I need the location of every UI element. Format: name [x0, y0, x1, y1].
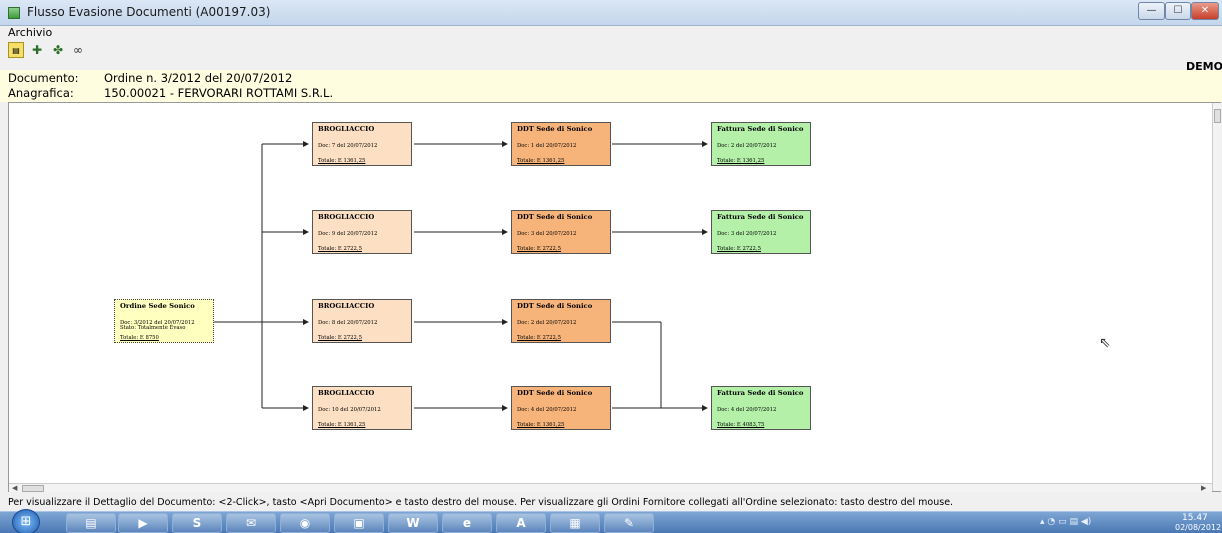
node-title: BROGLIACCIO — [318, 125, 375, 133]
ddt-node[interactable]: DDT Sede di Sonico Doc: 3 del 20/07/2012… — [511, 210, 611, 254]
node-doc: Doc: 3 del 20/07/2012 — [517, 231, 577, 237]
brogliaccio-node[interactable]: BROGLIACCIO Doc: 7 del 20/07/2012 Totale… — [312, 122, 412, 166]
node-totale: Totale: E 1361,25 — [717, 158, 765, 164]
document-icon[interactable]: ▤ — [8, 42, 24, 58]
node-title: DDT Sede di Sonico — [517, 389, 593, 397]
node-totale: Totale: E 1361,25 — [517, 158, 565, 164]
node-title: BROGLIACCIO — [318, 389, 375, 397]
node-totale: Totale: E 8750 — [120, 335, 159, 341]
documento-label: Documento: — [8, 71, 79, 85]
ddt-node[interactable]: DDT Sede di Sonico Doc: 1 del 20/07/2012… — [511, 122, 611, 166]
users-add-icon[interactable]: ✚ — [29, 42, 45, 58]
documento-value: Ordine n. 3/2012 del 20/07/2012 — [104, 71, 293, 85]
menu-bar: Archivio — [0, 26, 1222, 40]
toolbar: ▤ ✚ ✤ ∞ — [0, 40, 1222, 60]
node-totale: Totale: E 2722,5 — [517, 335, 561, 341]
status-bar: Per visualizzare il Dettaglio del Docume… — [0, 496, 1222, 511]
node-doc: Doc: 2 del 20/07/2012 — [517, 320, 577, 326]
node-doc: Doc: 2 del 20/07/2012 — [717, 143, 777, 149]
horizontal-scrollbar[interactable]: ◀ ▶ — [9, 483, 1212, 492]
document-info-header: Documento: Ordine n. 3/2012 del 20/07/20… — [0, 70, 1222, 102]
taskbar-calculator-icon[interactable]: ▦ — [550, 513, 600, 533]
window-title-bar: Flusso Evasione Documenti (A00197.03) — … — [0, 0, 1222, 26]
brogliaccio-node[interactable]: BROGLIACCIO Doc: 10 del 20/07/2012 Total… — [312, 386, 412, 430]
taskbar-paint-icon[interactable]: ✎ — [604, 513, 654, 533]
brogliaccio-node[interactable]: BROGLIACCIO Doc: 8 del 20/07/2012 Totale… — [312, 299, 412, 343]
node-doc: Doc: 7 del 20/07/2012 — [318, 143, 378, 149]
taskbar-settings-icon[interactable]: ◉ — [280, 513, 330, 533]
taskbar-internet-explorer-icon[interactable]: e — [442, 513, 492, 533]
clock-time[interactable]: 15.47 — [1182, 513, 1208, 523]
taskbar-outlook-icon[interactable]: ✉ — [226, 513, 276, 533]
taskbar-word-icon[interactable]: W — [388, 513, 438, 533]
anagrafica-label: Anagrafica: — [8, 86, 74, 100]
node-title: Fattura Sede di Sonico — [717, 125, 804, 133]
node-title: Ordine Sede Sonico — [120, 302, 195, 310]
system-tray-icons[interactable]: ▴ ◔ ▭ ▤ ◀) — [1040, 517, 1091, 527]
node-totale: Totale: E 2722,5 — [517, 246, 561, 252]
node-stato: Stato: Totalmente Evaso — [120, 325, 186, 331]
menu-archivio[interactable]: Archivio — [8, 26, 52, 39]
node-totale: Totale: E 1361,25 — [318, 158, 366, 164]
node-doc: Doc: 4 del 20/07/2012 — [517, 407, 577, 413]
node-doc: Doc: 4 del 20/07/2012 — [717, 407, 777, 413]
taskbar-remote-desktop-icon[interactable]: ▣ — [334, 513, 384, 533]
scroll-right-icon[interactable]: ▶ — [1201, 484, 1206, 492]
taskbar-acrobat-icon[interactable]: A — [496, 513, 546, 533]
node-totale: Totale: E 2722,5 — [318, 335, 362, 341]
brogliaccio-node[interactable]: BROGLIACCIO Doc: 9 del 20/07/2012 Totale… — [312, 210, 412, 254]
node-doc: Doc: 10 del 20/07/2012 — [318, 407, 381, 413]
fattura-node[interactable]: Fattura Sede di Sonico Doc: 4 del 20/07/… — [711, 386, 811, 430]
fattura-node[interactable]: Fattura Sede di Sonico Doc: 3 del 20/07/… — [711, 210, 811, 254]
node-title: Fattura Sede di Sonico — [717, 213, 804, 221]
node-totale: Totale: E 1361,25 — [517, 422, 565, 428]
maximize-button[interactable]: ☐ — [1165, 2, 1191, 20]
node-totale: Totale: E 4083,75 — [717, 422, 765, 428]
horizontal-scroll-thumb[interactable] — [22, 485, 44, 492]
node-title: DDT Sede di Sonico — [517, 302, 593, 310]
vertical-scroll-thumb[interactable] — [1214, 109, 1221, 123]
node-totale: Totale: E 2722,5 — [318, 246, 362, 252]
document-flow-diagram: Ordine Sede Sonico Doc: 3/2012 del 20/07… — [8, 102, 1221, 492]
ddt-node[interactable]: DDT Sede di Sonico Doc: 2 del 20/07/2012… — [511, 299, 611, 343]
binoculars-icon[interactable]: ∞ — [70, 42, 86, 58]
window-title: Flusso Evasione Documenti (A00197.03) — [27, 5, 271, 19]
scroll-left-icon[interactable]: ◀ — [12, 484, 17, 492]
fattura-node[interactable]: Fattura Sede di Sonico Doc: 2 del 20/07/… — [711, 122, 811, 166]
node-title: BROGLIACCIO — [318, 302, 375, 310]
node-title: DDT Sede di Sonico — [517, 125, 593, 133]
clock-date[interactable]: 02/08/2012 — [1175, 523, 1221, 532]
node-totale: Totale: E 2722,5 — [717, 246, 761, 252]
vertical-scrollbar[interactable] — [1212, 103, 1221, 491]
node-doc: Doc: 1 del 20/07/2012 — [517, 143, 577, 149]
order-node[interactable]: Ordine Sede Sonico Doc: 3/2012 del 20/07… — [114, 299, 214, 343]
close-button[interactable]: ✕ — [1191, 2, 1219, 20]
node-doc: Doc: 9 del 20/07/2012 — [318, 231, 378, 237]
node-title: DDT Sede di Sonico — [517, 213, 593, 221]
node-title: BROGLIACCIO — [318, 213, 375, 221]
node-title: Fattura Sede di Sonico — [717, 389, 804, 397]
node-doc: Doc: 3 del 20/07/2012 — [717, 231, 777, 237]
node-doc: Doc: 8 del 20/07/2012 — [318, 320, 378, 326]
ddt-node[interactable]: DDT Sede di Sonico Doc: 4 del 20/07/2012… — [511, 386, 611, 430]
minimize-button[interactable]: — — [1138, 2, 1165, 20]
status-text: Per visualizzare il Dettaglio del Docume… — [8, 497, 954, 508]
start-button[interactable]: ⊞ — [12, 509, 40, 533]
taskbar-explorer-icon[interactable]: ▤ — [66, 513, 116, 533]
anagrafica-value: 150.00021 - FERVORARI ROTTAMI S.R.L. — [104, 86, 334, 100]
taskbar-media-player-icon[interactable]: ▶ — [118, 513, 168, 533]
users-icon[interactable]: ✤ — [50, 42, 66, 58]
app-icon — [8, 7, 20, 19]
taskbar-skype-icon[interactable]: S — [172, 513, 222, 533]
windows-taskbar: ⊞ ▤ ▶ S ✉ ◉ ▣ W e A ▦ ✎ ▴ ◔ ▭ ▤ ◀) 15.47… — [0, 509, 1222, 533]
node-totale: Totale: E 1361,25 — [318, 422, 366, 428]
mouse-pointer-icon: ⇖ — [1099, 335, 1111, 351]
